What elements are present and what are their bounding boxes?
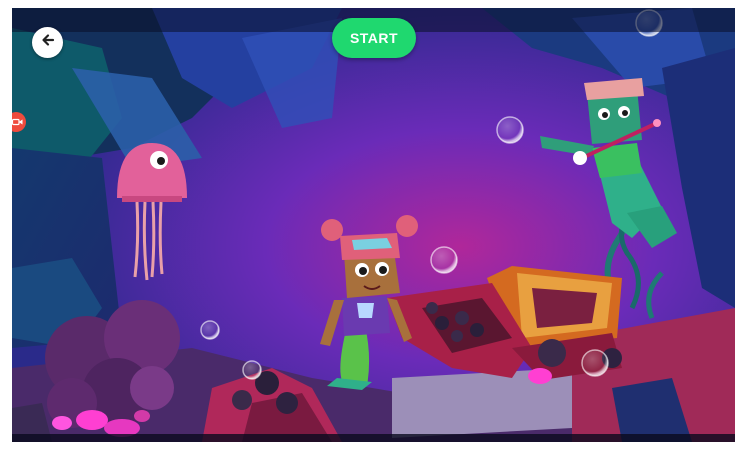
start-button[interactable]: START	[332, 18, 416, 58]
back-button[interactable]	[32, 27, 63, 58]
underwater-scene	[12, 8, 735, 442]
video-camera-icon	[12, 113, 23, 131]
arrow-left-icon	[41, 33, 55, 52]
bottom-bar	[12, 434, 735, 442]
game-stage: START	[12, 8, 735, 442]
